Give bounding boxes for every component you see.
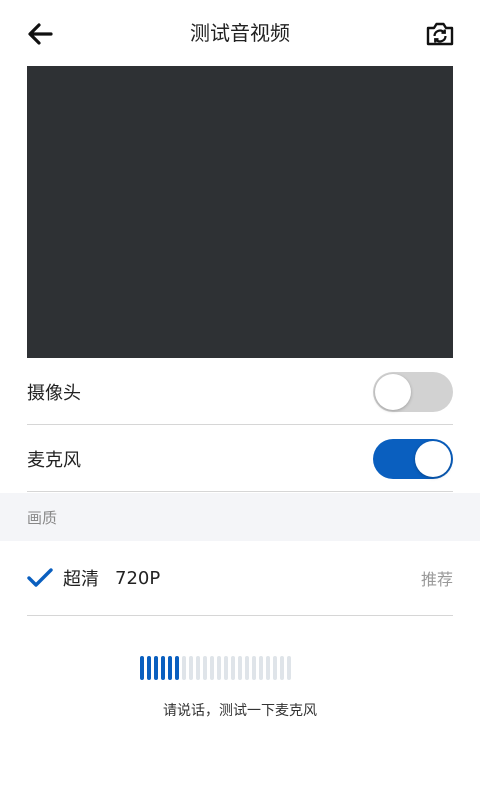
microphone-label: 麦克风 — [27, 449, 81, 471]
camera-row: 摄像头 — [27, 359, 453, 425]
toggle-knob — [375, 373, 411, 410]
camera-label: 摄像头 — [27, 382, 81, 404]
microphone-row: 麦克风 — [27, 426, 453, 492]
quality-section-title: 画质 — [27, 508, 58, 527]
mic-level-bar — [175, 656, 179, 680]
mic-level-bar — [196, 656, 200, 680]
mic-level-bar — [182, 656, 186, 680]
mic-level-bar — [252, 656, 256, 680]
mic-level-meter — [140, 656, 291, 680]
mic-level-bar — [217, 656, 221, 680]
quality-section-header: 画质 — [0, 493, 480, 541]
mic-level-bar — [147, 656, 151, 680]
mic-test-hint: 请说话，测试一下麦克风 — [163, 703, 317, 719]
toggle-knob — [415, 440, 451, 477]
mic-level-bar — [231, 656, 235, 680]
page-title: 测试音视频 — [190, 21, 290, 45]
mic-level-bar — [224, 656, 228, 680]
check-icon — [27, 565, 53, 591]
mic-level-bar — [280, 656, 284, 680]
top-bar: 测试音视频 — [0, 0, 480, 66]
mic-level-bar — [203, 656, 207, 680]
mic-level-bar — [238, 656, 242, 680]
mic-level-bar — [210, 656, 214, 680]
quality-option-720p[interactable]: 超清 720P 推荐 — [27, 541, 453, 616]
mic-level-bar — [154, 656, 158, 680]
quality-resolution: 720P — [115, 567, 161, 589]
camera-preview — [27, 66, 453, 358]
mic-level-bar — [259, 656, 263, 680]
recommended-tag: 推荐 — [420, 570, 453, 589]
mic-level-bar — [273, 656, 277, 680]
mic-level-bar — [140, 656, 144, 680]
quality-name: 超清 — [63, 569, 99, 590]
mic-level-bar — [287, 656, 291, 680]
mic-level-bar — [245, 656, 249, 680]
mic-level-bar — [189, 656, 193, 680]
camera-switch-icon — [426, 22, 454, 46]
mic-level-bar — [266, 656, 270, 680]
mic-level-bar — [168, 656, 172, 680]
mic-level-bar — [161, 656, 165, 680]
switch-camera-button[interactable] — [420, 14, 460, 54]
microphone-toggle[interactable] — [373, 438, 453, 479]
camera-toggle[interactable] — [373, 371, 453, 412]
